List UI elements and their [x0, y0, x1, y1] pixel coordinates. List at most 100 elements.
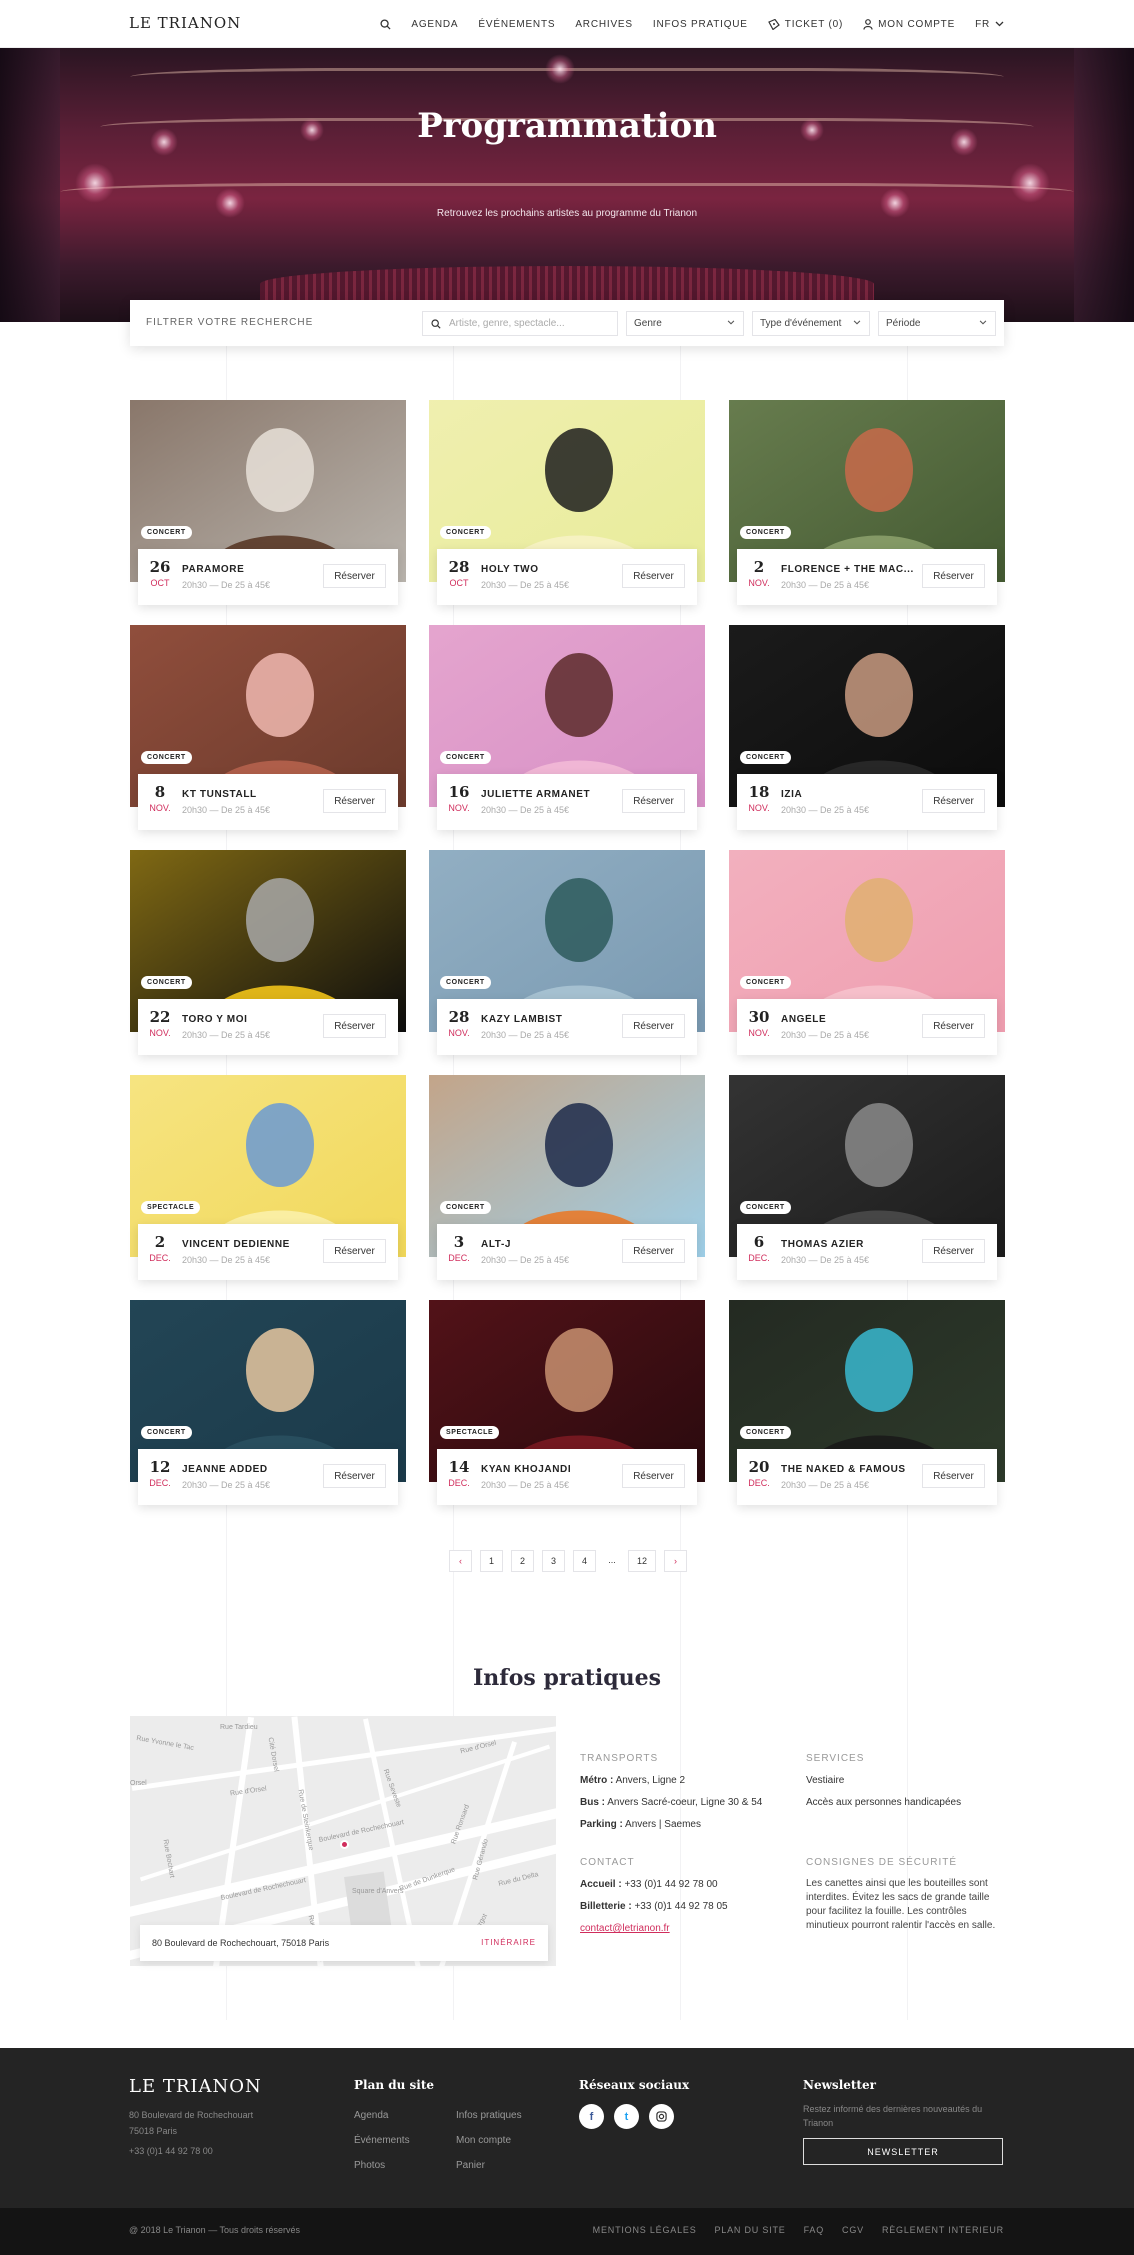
- map-label: Rue d'Orsel: [229, 1785, 268, 1798]
- nav-agenda[interactable]: AGENDA: [411, 19, 458, 30]
- event-card[interactable]: CONCERT 26 OCT PARAMORE 20h30 — De 25 à 45€ R…: [130, 400, 406, 605]
- search-field[interactable]: [422, 311, 618, 336]
- event-card[interactable]: CONCERT 2 NOV. FLORENCE + THE MAC... 20h30 —…: [729, 400, 1005, 605]
- event-type-select[interactable]: Type d'événement: [752, 311, 870, 336]
- event-card[interactable]: CONCERT 8 NOV. KT TUNSTALL 20h30 — De 25 à 4…: [130, 625, 406, 830]
- event-card[interactable]: CONCERT 3 DEC. ALT-J 20h30 — De 25 à 45€ Rése…: [429, 1075, 705, 1280]
- event-card[interactable]: CONCERT 16 NOV. JULIETTE ARMANET 20h30 — De …: [429, 625, 705, 830]
- event-name[interactable]: ANGÈLE: [781, 1014, 921, 1025]
- legal-link[interactable]: RÈGLEMENT INTERIEUR: [882, 2225, 1004, 2235]
- event-card[interactable]: CONCERT 28 OCT HOLY TWO 20h30 — De 25 à 45€ R…: [429, 400, 705, 605]
- event-name[interactable]: JEANNE ADDED: [182, 1464, 322, 1475]
- reserve-button[interactable]: Réserver: [323, 789, 386, 813]
- reserve-button[interactable]: Réserver: [922, 564, 985, 588]
- pagination-page[interactable]: 1: [480, 1550, 503, 1572]
- event-card[interactable]: SPECTACLE 14 DEC. KYAN KHOJANDI 20h30 — De 2…: [429, 1300, 705, 1505]
- event-name[interactable]: THOMAS AZIER: [781, 1239, 921, 1250]
- reserve-button[interactable]: Réserver: [622, 1239, 685, 1263]
- service-item: Accès aux personnes handicapées: [806, 1797, 962, 1808]
- event-card[interactable]: CONCERT 30 NOV. ANGÈLE 20h30 — De 25 à 45€ Ré…: [729, 850, 1005, 1055]
- pagination-page[interactable]: 4: [573, 1550, 596, 1572]
- pagination-page[interactable]: 2: [511, 1550, 534, 1572]
- event-card[interactable]: SPECTACLE 2 DEC. VINCENT DEDIENNE 20h30 — De…: [130, 1075, 406, 1280]
- person-head: [845, 653, 913, 737]
- hero-seats: [260, 266, 874, 302]
- search-input[interactable]: [449, 318, 609, 329]
- reserve-button[interactable]: Réserver: [922, 1464, 985, 1488]
- event-name[interactable]: FLORENCE + THE MAC...: [781, 564, 921, 575]
- footer-logo[interactable]: LE TRIANON: [129, 2076, 262, 2097]
- event-name[interactable]: JULIETTE ARMANET: [481, 789, 621, 800]
- event-meta: 20h30 — De 25 à 45€: [182, 1030, 271, 1040]
- reserve-button[interactable]: Réserver: [922, 1014, 985, 1038]
- newsletter-button[interactable]: NEWSLETTER: [803, 2138, 1003, 2165]
- footer-link[interactable]: Mon compte: [456, 2135, 511, 2146]
- nav-archives[interactable]: ARCHIVES: [575, 19, 633, 30]
- event-name[interactable]: KAZY LAMBIST: [481, 1014, 621, 1025]
- pagination-page[interactable]: 3: [542, 1550, 565, 1572]
- event-meta: 20h30 — De 25 à 45€: [781, 580, 870, 590]
- event-card[interactable]: CONCERT 6 DEC. THOMAS AZIER 20h30 — De 25 à …: [729, 1075, 1005, 1280]
- pagination-next[interactable]: ›: [664, 1550, 687, 1572]
- site-logo[interactable]: LE TRIANON: [129, 14, 241, 32]
- language-selector[interactable]: FR: [975, 19, 1004, 30]
- reserve-button[interactable]: Réserver: [922, 789, 985, 813]
- period-select[interactable]: Période: [878, 311, 996, 336]
- event-name[interactable]: IZIA: [781, 789, 921, 800]
- footer-link[interactable]: Photos: [354, 2160, 385, 2171]
- twitter-icon[interactable]: t: [614, 2104, 639, 2129]
- footer-link[interactable]: Agenda: [354, 2110, 388, 2121]
- footer-link[interactable]: Événements: [354, 2135, 410, 2146]
- nav-account[interactable]: MON COMPTE: [863, 19, 955, 30]
- instagram-icon[interactable]: [649, 2104, 674, 2129]
- reserve-button[interactable]: Réserver: [323, 1014, 386, 1038]
- reserve-button[interactable]: Réserver: [323, 1239, 386, 1263]
- reserve-button[interactable]: Réserver: [622, 1464, 685, 1488]
- pagination-page[interactable]: 12: [628, 1550, 656, 1572]
- event-name[interactable]: TORO Y MOI: [182, 1014, 322, 1025]
- footer-link[interactable]: Infos pratiques: [456, 2110, 522, 2121]
- pagination-prev[interactable]: ‹: [449, 1550, 472, 1572]
- event-card[interactable]: CONCERT 12 DEC. JEANNE ADDED 20h30 — De 25 à…: [130, 1300, 406, 1505]
- itinerary-link[interactable]: ITINÉRAIRE: [481, 1938, 536, 1947]
- genre-select[interactable]: Genre: [626, 311, 744, 336]
- event-card[interactable]: CONCERT 22 NOV. TORO Y MOI 20h30 — De 25 à 4…: [130, 850, 406, 1055]
- event-name[interactable]: PARAMORE: [182, 564, 322, 575]
- event-name[interactable]: ALT-J: [481, 1239, 621, 1250]
- event-card[interactable]: CONCERT 18 NOV. IZIA 20h30 — De 25 à 45€ Rése…: [729, 625, 1005, 830]
- event-name[interactable]: KYAN KHOJANDI: [481, 1464, 621, 1475]
- legal-link[interactable]: CGV: [842, 2225, 864, 2235]
- reserve-button[interactable]: Réserver: [922, 1239, 985, 1263]
- map-label: Rue Yvonne le Tac: [135, 1735, 195, 1752]
- legal-link[interactable]: PLAN DU SITE: [715, 2225, 786, 2235]
- event-info: 18 NOV. IZIA 20h30 — De 25 à 45€ Réserver: [737, 774, 997, 830]
- legal-link[interactable]: MENTIONS LÉGALES: [593, 2225, 697, 2235]
- nav-ticket[interactable]: TICKET (0): [767, 18, 843, 30]
- reserve-button[interactable]: Réserver: [323, 564, 386, 588]
- facebook-icon[interactable]: f: [579, 2104, 604, 2129]
- nav-infos-pratique[interactable]: INFOS PRATIQUE: [653, 19, 748, 30]
- event-meta: 20h30 — De 25 à 45€: [182, 1480, 271, 1490]
- reserve-button[interactable]: Réserver: [323, 1464, 386, 1488]
- event-name[interactable]: VINCENT DEDIENNE: [182, 1239, 322, 1250]
- event-card[interactable]: CONCERT 28 NOV. KAZY LAMBIST 20h30 — De 25 à…: [429, 850, 705, 1055]
- accueil-value: +33 (0)1 44 92 78 00: [624, 1879, 718, 1890]
- map-pin-icon[interactable]: [340, 1840, 349, 1849]
- person-head: [545, 428, 613, 512]
- search-icon[interactable]: [380, 18, 391, 30]
- event-name[interactable]: KT TUNSTALL: [182, 789, 322, 800]
- event-meta: 20h30 — De 25 à 45€: [781, 1030, 870, 1040]
- reserve-button[interactable]: Réserver: [622, 1014, 685, 1038]
- nav-evenements[interactable]: ÉVÉNEMENTS: [478, 19, 555, 30]
- event-name[interactable]: THE NAKED & FAMOUS: [781, 1464, 921, 1475]
- security-text: Les canettes ainsi que les bouteilles so…: [806, 1878, 996, 1931]
- event-info: 20 DEC. THE NAKED & FAMOUS 20h30 — De 25 à …: [737, 1449, 997, 1505]
- footer-link[interactable]: Panier: [456, 2160, 485, 2171]
- event-name[interactable]: HOLY TWO: [481, 564, 621, 575]
- reserve-button[interactable]: Réserver: [622, 564, 685, 588]
- chevron-down-icon: [995, 21, 1004, 27]
- legal-link[interactable]: FAQ: [804, 2225, 824, 2235]
- event-card[interactable]: CONCERT 20 DEC. THE NAKED & FAMOUS 20h30 — D…: [729, 1300, 1005, 1505]
- contact-email-link[interactable]: contact@letrianon.fr: [580, 1923, 670, 1934]
- reserve-button[interactable]: Réserver: [622, 789, 685, 813]
